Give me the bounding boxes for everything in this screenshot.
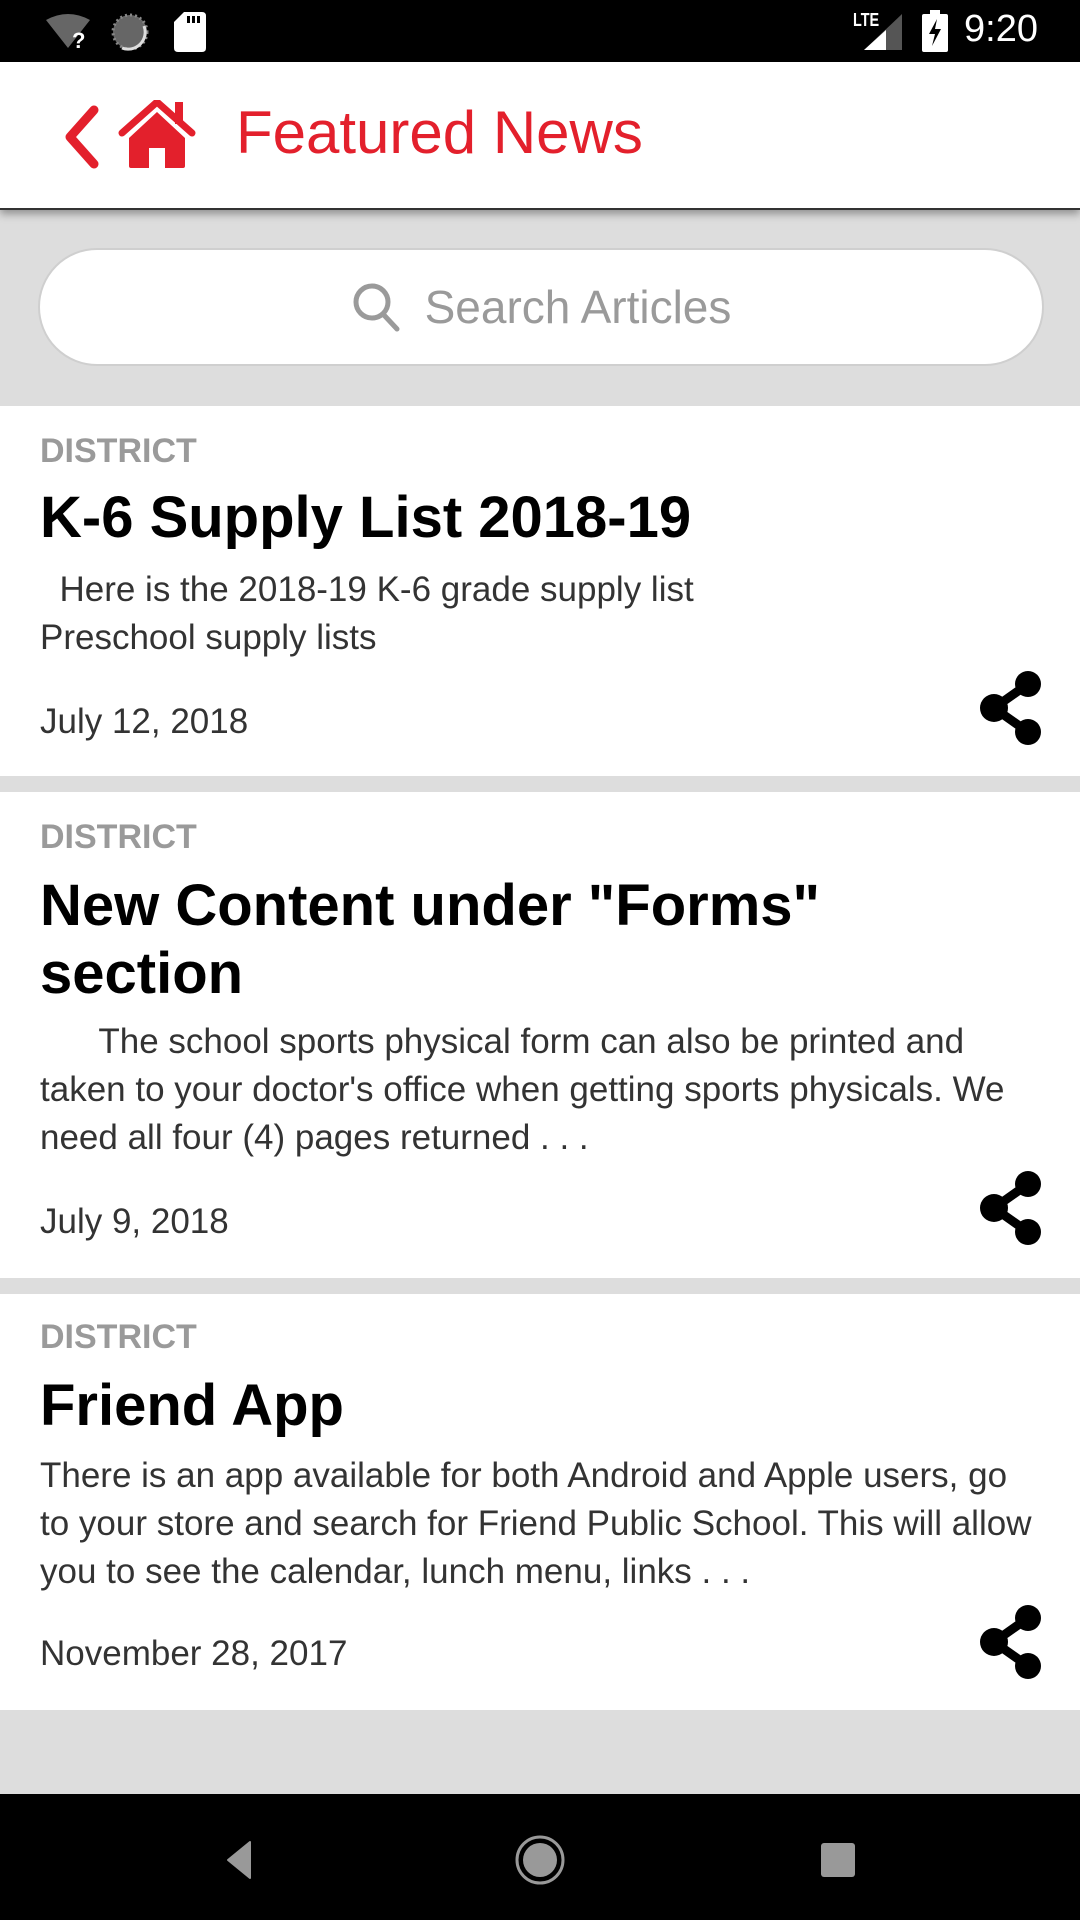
article-date: July 12, 2018 xyxy=(40,702,249,741)
article-excerpt: The school sports physical form can also… xyxy=(40,1022,1015,1157)
back-icon xyxy=(227,1841,251,1879)
status-bar: ? LTE 9:20 xyxy=(0,0,1080,62)
article-date: November 28, 2017 xyxy=(40,1634,348,1673)
home-button[interactable] xyxy=(118,98,196,170)
chevron-left-icon xyxy=(65,105,99,169)
article-excerpt: There is an app available for both Andro… xyxy=(40,1456,1042,1591)
battery-charging-icon xyxy=(922,10,948,52)
sync-icon xyxy=(111,13,149,51)
wifi-unknown-icon: ? xyxy=(46,14,90,50)
share-button[interactable] xyxy=(978,670,1044,746)
article-category: DISTRICT xyxy=(40,1318,197,1356)
share-button[interactable] xyxy=(978,1170,1044,1246)
back-button[interactable] xyxy=(56,102,106,172)
home-icon xyxy=(515,1835,565,1885)
recents-icon xyxy=(821,1843,855,1877)
nav-home-button[interactable] xyxy=(510,1830,570,1890)
svg-text:?: ? xyxy=(72,28,85,50)
search-area: Search Articles xyxy=(0,212,1080,406)
search-placeholder: Search Articles xyxy=(424,281,732,333)
status-time: 9:20 xyxy=(964,8,1038,50)
article-title[interactable]: K-6 Supply List 2018-19 xyxy=(40,484,1040,552)
share-icon xyxy=(980,1605,1041,1679)
sd-card-icon xyxy=(174,12,206,52)
system-nav-bar xyxy=(0,1794,1080,1920)
search-input[interactable]: Search Articles xyxy=(38,248,1044,366)
lte-signal-icon xyxy=(864,14,902,50)
nav-recents-button[interactable] xyxy=(808,1830,868,1890)
article-category: DISTRICT xyxy=(40,432,197,470)
nav-back-button[interactable] xyxy=(212,1830,272,1890)
article-category: DISTRICT xyxy=(40,818,197,856)
page-title: Featured News xyxy=(236,99,643,166)
home-icon xyxy=(118,98,196,168)
share-icon xyxy=(980,1171,1041,1245)
share-icon xyxy=(980,671,1041,745)
article-title[interactable]: New Content under "Forms" section xyxy=(40,872,860,1008)
article-card[interactable]: DISTRICT Friend App There is an app avai… xyxy=(0,1294,1080,1710)
article-card[interactable]: DISTRICT K-6 Supply List 2018-19 Here is… xyxy=(0,406,1080,776)
share-button[interactable] xyxy=(978,1604,1044,1680)
article-card[interactable]: DISTRICT New Content under "Forms" secti… xyxy=(0,792,1080,1278)
article-date: July 9, 2018 xyxy=(40,1202,229,1241)
app-bar: Featured News xyxy=(0,62,1080,210)
search-icon xyxy=(353,283,400,332)
article-excerpt: Here is the 2018-19 K-6 grade supply lis… xyxy=(40,570,772,657)
article-title[interactable]: Friend App xyxy=(40,1372,1040,1440)
